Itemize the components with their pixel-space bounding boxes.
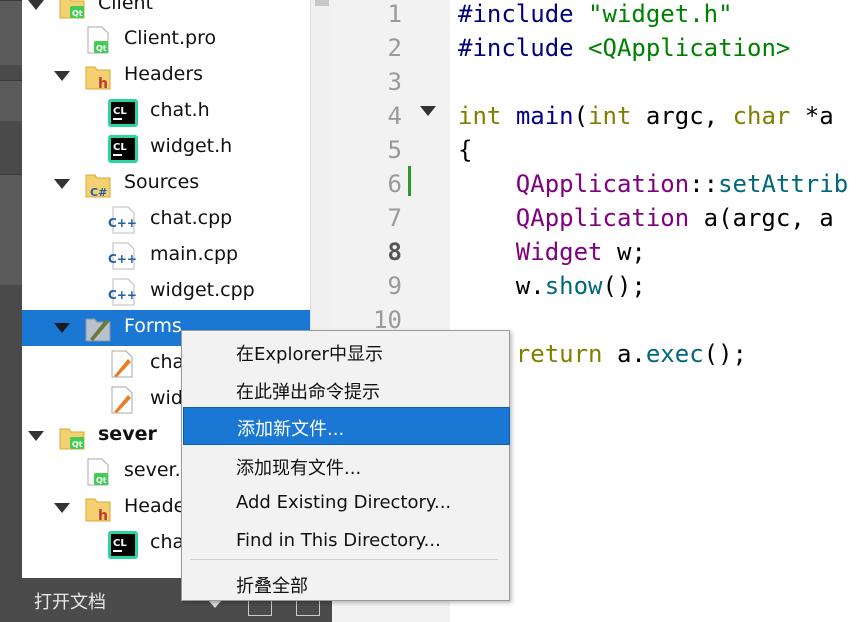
tree-item-label: cha — [150, 531, 185, 553]
svg-text:Qt: Qt — [72, 440, 83, 449]
code-line: Widget w; — [515, 238, 646, 266]
menu-item-find-in-directory[interactable]: Find in This Directory... — [183, 523, 508, 559]
menu-item-show-in-explorer[interactable]: 在Explorer中显示 — [183, 333, 508, 369]
tree-item-label: Client — [98, 0, 154, 14]
clion-header-icon: CL — [108, 529, 138, 559]
tree-item-label: chat.cpp — [150, 207, 233, 229]
menu-item-add-existing-files[interactable]: 添加现有文件... — [183, 447, 508, 483]
menu-separator — [190, 559, 498, 560]
tree-item-label: Headers — [124, 63, 204, 85]
line-number: 7 — [387, 204, 402, 232]
line-number: 5 — [387, 136, 402, 164]
tree-item-label: Heade — [124, 495, 186, 517]
qt-project-file-icon: Qt — [84, 25, 112, 55]
mode-bar-segment — [0, 174, 22, 285]
svg-text:h: h — [98, 76, 108, 91]
tree-item-client[interactable]: Qt Client — [22, 0, 312, 23]
chevron-down-icon[interactable] — [54, 323, 70, 333]
chevron-down-icon[interactable] — [28, 0, 44, 10]
svg-text:C++: C++ — [108, 252, 137, 266]
current-line-number: 8 — [387, 238, 402, 266]
line-number: 1 — [387, 0, 402, 28]
context-menu: 在Explorer中显示 在此弹出命令提示 添加新文件... 添加现有文件...… — [181, 330, 510, 601]
code-line: w.show(); — [515, 272, 646, 300]
svg-text:C#: C# — [90, 186, 107, 199]
line-number: 4 — [387, 102, 402, 130]
cpp-file-icon: C++ — [108, 241, 137, 271]
code-editor[interactable]: #include "widget.h" #include <QApplicati… — [450, 0, 866, 622]
tree-item-widget-cpp[interactable]: C++ widget.cpp — [22, 274, 312, 310]
menu-item-collapse-all[interactable]: 折叠全部 — [183, 565, 508, 601]
svg-text:h: h — [98, 508, 108, 523]
tree-item-label: chat.h — [150, 99, 210, 121]
code-line: #include <QApplication> — [458, 34, 791, 62]
ui-form-icon — [108, 349, 136, 379]
headers-folder-icon: h — [84, 493, 112, 523]
change-marker — [408, 166, 411, 196]
chevron-down-icon[interactable] — [54, 179, 70, 189]
tree-item-label: main.cpp — [150, 243, 239, 265]
tree-item-chat-cpp[interactable]: C++ chat.cpp — [22, 202, 312, 238]
mode-bar-segment — [0, 0, 22, 65]
tree-item-chat-h[interactable]: CL chat.h — [22, 94, 312, 130]
code-line: int main(int argc, char *a — [458, 102, 834, 130]
svg-text:C++: C++ — [108, 216, 137, 230]
open-documents-title: 打开文档 — [34, 592, 106, 613]
tree-item-label: widget.cpp — [150, 279, 255, 301]
svg-text:Qt: Qt — [72, 9, 83, 18]
scrollbar-thumb[interactable] — [315, 0, 329, 6]
tree-item-main-cpp[interactable]: C++ main.cpp — [22, 238, 312, 274]
line-number: 3 — [387, 68, 402, 96]
cpp-file-icon: C++ — [108, 205, 137, 235]
svg-text:CL: CL — [113, 538, 127, 549]
menu-item-add-existing-directory[interactable]: Add Existing Directory... — [183, 485, 508, 521]
tree-item-headers[interactable]: h Headers — [22, 58, 312, 94]
sources-folder-icon: C# — [84, 169, 112, 199]
svg-text:C++: C++ — [108, 288, 137, 302]
qt-folder-icon: Qt — [58, 0, 86, 20]
fold-arrow-icon[interactable] — [420, 106, 436, 116]
clion-header-icon: CL — [108, 97, 138, 127]
ui-form-icon — [108, 385, 136, 415]
qt-project-file-icon: Qt — [84, 457, 112, 487]
svg-text:CL: CL — [113, 142, 127, 153]
cpp-file-icon: C++ — [108, 277, 137, 307]
tree-item-client-pro[interactable]: Qt Client.pro — [22, 22, 312, 58]
tree-item-label: sever — [98, 423, 157, 445]
tree-item-label: Sources — [124, 171, 200, 193]
headers-folder-icon: h — [84, 61, 112, 91]
menu-item-add-new-file[interactable]: 添加新文件... — [183, 407, 510, 445]
line-number: 6 — [387, 170, 402, 198]
clion-header-icon: CL — [108, 133, 138, 163]
tree-item-label: Client.pro — [124, 27, 217, 49]
tree-item-label: Forms — [124, 315, 182, 337]
line-number: 9 — [387, 272, 402, 300]
code-line: { — [458, 136, 473, 164]
menu-item-open-command-prompt[interactable]: 在此弹出命令提示 — [183, 371, 508, 407]
chevron-down-icon[interactable] — [28, 431, 44, 441]
chevron-down-icon[interactable] — [54, 503, 70, 513]
chevron-down-icon[interactable] — [54, 71, 70, 81]
tree-item-label: widget.h — [150, 135, 233, 157]
tree-item-label: cha — [150, 351, 185, 373]
svg-text:Qt: Qt — [96, 476, 107, 485]
code-line: QApplication::setAttrib — [515, 170, 849, 198]
tree-item-sources[interactable]: C# Sources — [22, 166, 312, 202]
code-line: QApplication a(argc, a — [515, 204, 834, 232]
code-line: #include "widget.h" — [458, 0, 733, 28]
tree-item-label: wid — [150, 387, 183, 409]
svg-text:Qt: Qt — [96, 44, 107, 53]
chevron-down-icon[interactable] — [208, 600, 222, 608]
tree-item-widget-h[interactable]: CL widget.h — [22, 130, 312, 166]
svg-text:CL: CL — [113, 106, 127, 117]
line-number: 2 — [387, 34, 402, 62]
qt-folder-icon: Qt — [58, 421, 86, 451]
forms-folder-icon — [84, 313, 112, 343]
left-mode-bar — [0, 0, 22, 622]
mode-bar-segment — [0, 80, 22, 121]
